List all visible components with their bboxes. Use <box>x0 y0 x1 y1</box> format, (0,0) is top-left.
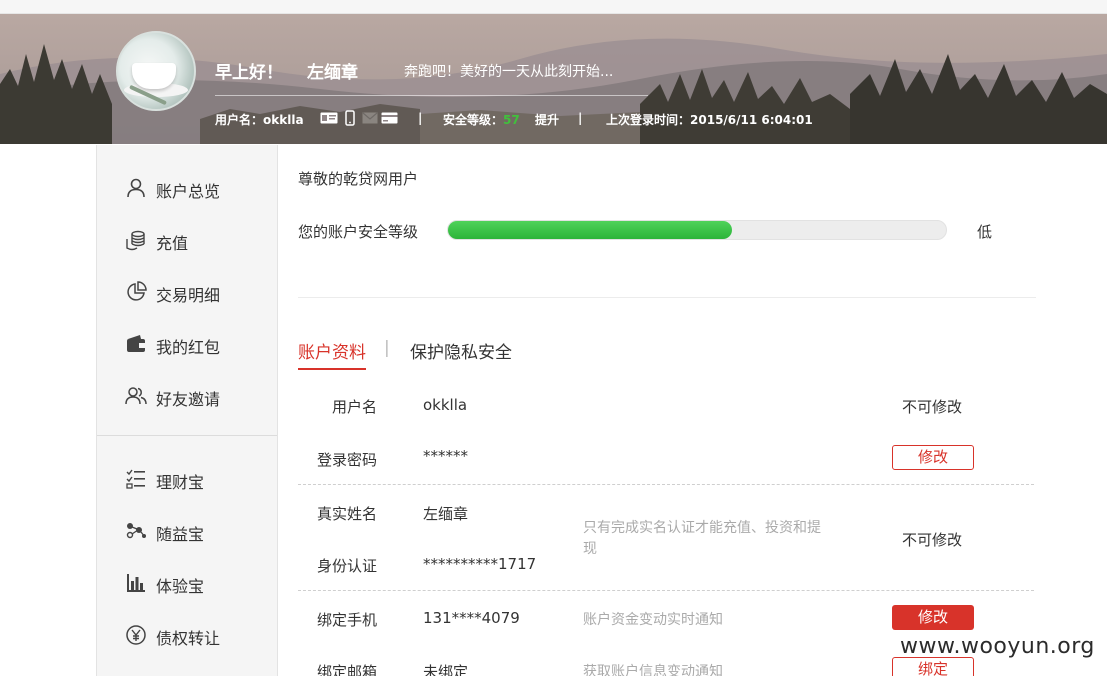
idcard-row-label: 身份认证 <box>317 557 378 575</box>
username-info: 用户名：okklla <box>215 111 304 128</box>
security-level-label: 安全等级： <box>443 113 504 127</box>
sidebar-item-label: 理财宝 <box>156 473 205 492</box>
user-icon <box>127 178 145 198</box>
email-row-label: 绑定邮箱 <box>317 663 378 676</box>
upgrade-security-link[interactable]: 提升 <box>535 111 559 128</box>
security-level-value: 57 <box>503 113 520 127</box>
sidebar-nav: 账户总览 充值 交易明细 我的红包 好友邀请 理财宝 随益宝 体验宝 债权转让 <box>96 145 278 676</box>
last-login-info: 上次登录时间：2015/6/11 6:04:01 <box>606 111 813 128</box>
username-label: 用户名： <box>215 113 264 127</box>
yen-icon <box>126 625 146 645</box>
coins-icon <box>126 230 145 251</box>
sidebar-item-invite-friends[interactable]: 好友邀请 <box>97 375 277 415</box>
display-name: 左缅章 <box>307 63 358 83</box>
tab-privacy-security[interactable]: 保护隐私安全 <box>410 338 512 363</box>
email-row-note: 获取账户信息变动通知 <box>583 664 723 676</box>
password-row-label: 登录密码 <box>317 451 378 469</box>
security-level-label-main: 您的账户安全等级 <box>298 223 419 241</box>
sidebar-item-label: 账户总览 <box>156 182 221 201</box>
nodes-icon <box>126 523 146 539</box>
wallet-icon <box>127 335 145 352</box>
bank-card-icon[interactable] <box>381 112 398 124</box>
realname-row-value: 左缅章 <box>423 505 469 523</box>
phone-icon[interactable] <box>345 110 355 126</box>
sidebar-item-account-overview[interactable]: 账户总览 <box>97 167 277 207</box>
sidebar-item-label: 好友邀请 <box>156 390 221 409</box>
sidebar-item-label: 我的红包 <box>156 338 221 357</box>
last-login-time: 2015/6/11 6:04:01 <box>690 113 813 127</box>
sidebar-item-label: 充值 <box>156 234 189 253</box>
sidebar-item-red-packets[interactable]: 我的红包 <box>97 323 277 363</box>
sidebar-item-label: 随益宝 <box>156 525 205 544</box>
page-title: 尊敬的乾贷网用户 <box>298 170 419 188</box>
greeting-text: 早上好！ <box>215 63 283 83</box>
user-avatar[interactable] <box>116 31 196 111</box>
username-value: okklla <box>263 113 304 127</box>
pie-chart-icon <box>127 281 147 301</box>
sidebar-item-label: 交易明细 <box>156 286 221 305</box>
security-progress-fill <box>448 221 732 239</box>
row-divider <box>298 484 1034 485</box>
change-password-button[interactable]: 修改 <box>892 445 974 470</box>
username-row-value: okklla <box>423 396 468 414</box>
security-progress-bar <box>447 220 947 240</box>
watermark-text: www.wooyun.org <box>900 634 1095 659</box>
bar-chart-icon <box>127 574 145 592</box>
phone-row-note: 账户资金变动实时通知 <box>583 612 723 628</box>
security-rating: 低 <box>977 223 993 241</box>
row-divider <box>298 590 1034 591</box>
password-row-value: ****** <box>423 447 468 465</box>
change-phone-button[interactable]: 修改 <box>892 605 974 630</box>
sidebar-item-debt-transfer[interactable]: 债权转让 <box>97 614 277 654</box>
idcard-row-value: **********1717 <box>423 555 537 573</box>
username-row-status: 不可修改 <box>902 398 963 416</box>
list-icon <box>126 469 145 489</box>
phone-row-label: 绑定手机 <box>317 611 378 629</box>
email-icon[interactable] <box>362 112 378 124</box>
last-login-label: 上次登录时间： <box>606 113 691 127</box>
phone-row-value: 131****4079 <box>423 609 520 627</box>
sidebar-item-licaibao[interactable]: 理财宝 <box>97 458 277 498</box>
sidebar-divider <box>97 435 277 436</box>
realname-row-status: 不可修改 <box>902 531 963 549</box>
bind-email-button[interactable]: 绑定 <box>892 657 974 676</box>
realname-row-label: 真实姓名 <box>317 505 378 523</box>
section-divider <box>298 297 1036 298</box>
username-row-label: 用户名 <box>332 398 378 416</box>
slogan-text: 奔跑吧！美好的一天从此刻开始... <box>404 64 614 80</box>
id-card-icon[interactable] <box>320 112 338 124</box>
banner-divider <box>215 95 648 96</box>
sidebar-item-recharge[interactable]: 充值 <box>97 219 277 259</box>
tab-separator: | <box>384 338 390 358</box>
sidebar-item-label: 债权转让 <box>156 629 221 648</box>
header-separator-2: | <box>578 111 583 125</box>
sidebar-item-transactions[interactable]: 交易明细 <box>97 271 277 311</box>
header-separator-1: | <box>418 111 423 125</box>
email-row-value: 未绑定 <box>423 663 469 676</box>
friends-icon <box>125 387 147 405</box>
security-level-info: 安全等级：57 <box>443 111 520 128</box>
realname-note: 只有完成实名认证才能充值、投资和提现 <box>583 520 821 557</box>
tab-account-info[interactable]: 账户资料 <box>298 338 366 370</box>
sidebar-item-suiyibao[interactable]: 随益宝 <box>97 510 277 550</box>
top-strip <box>0 0 1107 14</box>
sidebar-item-label: 体验宝 <box>156 577 205 596</box>
sidebar-item-tiyanbao[interactable]: 体验宝 <box>97 562 277 602</box>
